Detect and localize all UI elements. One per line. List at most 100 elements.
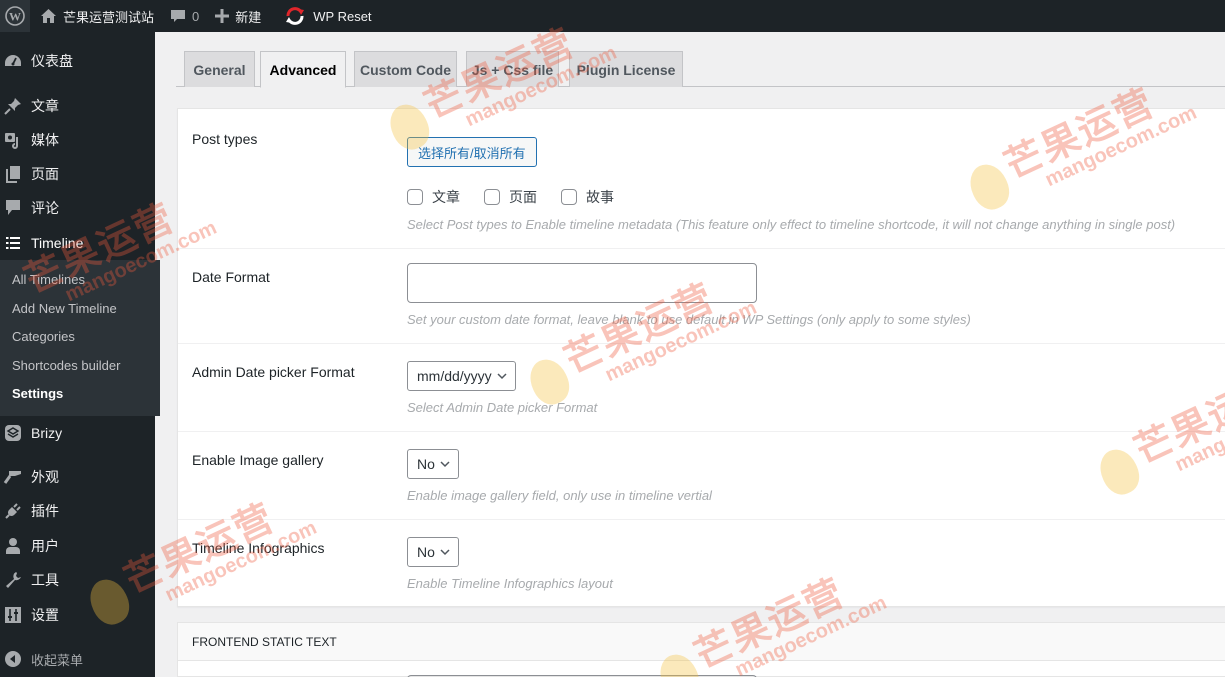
date-format-input[interactable] [407,263,757,303]
frontend-section-title: FRONTEND STATIC TEXT [178,623,1225,661]
menu-plugins[interactable]: 插件 [0,494,155,528]
post-type-checkbox-story[interactable] [561,189,577,205]
tab-custom-code[interactable]: Custom Code [354,51,457,87]
infographics-label: Timeline Infographics [192,540,325,556]
submenu-categories[interactable]: Categories [0,323,160,352]
admin-sidebar: 仪表盘 文章 媒体 页面 评论 Timeline All Timelines A… [0,32,160,677]
chevron-down-icon [497,372,507,380]
post-types-label: Post types [192,131,258,147]
post-type-label: 文章 [432,189,460,205]
new-content-link[interactable]: 新建 [207,0,269,32]
menu-posts[interactable]: 文章 [0,89,155,123]
pin-icon [0,97,26,115]
submenu-add-new-timeline[interactable]: Add New Timeline [0,295,160,324]
menu-label: 插件 [31,503,59,519]
select-value: mm/dd/yyyy [417,368,492,384]
select-all-post-types-button[interactable]: 选择所有/取消所有 [407,137,537,167]
chevron-down-icon [440,460,450,468]
collapse-arrow-icon [0,651,26,667]
image-gallery-description: Enable image gallery field, only use in … [407,488,712,503]
comments-link[interactable]: 0 [162,0,207,32]
wrench-icon [0,571,26,589]
dashboard-icon [0,53,26,69]
frontend-static-text-panel: FRONTEND STATIC TEXT [177,622,1225,677]
menu-timeline[interactable]: Timeline [0,226,155,260]
admin-date-picker-label: Admin Date picker Format [192,364,355,380]
chevron-down-icon [440,548,450,556]
admin-date-picker-description: Select Admin Date picker Format [407,400,598,415]
brush-icon [0,469,26,485]
post-type-label: 页面 [509,189,537,205]
plugin-icon [0,502,26,520]
post-types-description: Select Post types to Enable timeline met… [407,217,1176,232]
infographics-description: Enable Timeline Infographics layout [407,576,613,591]
menu-label: 外观 [31,469,59,485]
menu-label: 媒体 [31,132,59,148]
comments-count: 0 [192,8,200,24]
menu-pages[interactable]: 页面 [0,157,155,191]
menu-brizy[interactable]: Brizy [0,416,155,450]
comment-bubble-icon [170,8,186,24]
infographics-row: Timeline Infographics No Enable Timeline… [178,520,1225,608]
admin-date-picker-row: Admin Date picker Format mm/dd/yyyy Sele… [178,344,1225,432]
wordpress-logo-button[interactable]: W [0,0,30,32]
image-gallery-select[interactable]: No [407,449,459,479]
media-icon [0,131,26,149]
menu-tools[interactable]: 工具 [0,563,155,597]
comments-icon [0,199,26,217]
menu-label: 页面 [31,166,59,182]
tab-advanced[interactable]: Advanced [260,51,346,88]
post-type-label: 故事 [586,189,614,205]
menu-label: 评论 [31,200,59,216]
brizy-icon [0,424,26,442]
post-types-checkboxes: 文章 页面 故事 [407,187,638,207]
home-icon [40,8,57,24]
wp-reset-label: WP Reset [313,8,372,24]
date-format-description: Set your custom date format, leave blank… [407,312,971,327]
wordpress-icon: W [5,6,25,26]
menu-label: 文章 [31,98,59,114]
plus-icon [215,9,230,23]
menu-settings[interactable]: 设置 [0,598,155,632]
new-label: 新建 [235,9,262,25]
menu-media[interactable]: 媒体 [0,123,155,157]
menu-dashboard[interactable]: 仪表盘 [0,44,155,78]
tab-plugin-license[interactable]: Plugin License [569,51,683,87]
submenu-all-timelines[interactable]: All Timelines [0,266,160,295]
submenu-shortcodes-builder[interactable]: Shortcodes builder [0,352,160,381]
collapse-menu-button[interactable]: 收起菜单 [0,644,83,674]
settings-tabs: General Advanced Custom Code Js + Css fi… [176,51,1225,88]
menu-label: 工具 [31,572,59,588]
infographics-select[interactable]: No [407,537,459,567]
select-value: No [417,456,435,472]
collapse-label: 收起菜单 [31,652,84,668]
admin-bar: W 芒果运营测试站 0 新建 WP Reset [0,0,1225,32]
svg-text:W: W [9,10,21,24]
menu-label: 仪表盘 [31,53,73,69]
settings-icon [0,607,26,623]
tab-general[interactable]: General [184,51,255,87]
reset-icon [285,7,305,25]
image-gallery-label: Enable Image gallery [192,452,324,468]
select-value: No [417,544,435,560]
menu-comments[interactable]: 评论 [0,191,155,225]
tab-js-css-file[interactable]: Js + Css file [466,51,559,87]
wp-reset-link[interactable]: WP Reset [277,0,379,32]
site-name-link[interactable]: 芒果运营测试站 [32,0,162,32]
list-icon [0,236,26,250]
user-icon [0,537,26,555]
post-type-checkbox-post[interactable] [407,189,423,205]
menu-label: Timeline [31,235,84,251]
post-type-checkbox-page[interactable] [484,189,500,205]
menu-label: 设置 [31,607,59,623]
menu-label: Brizy [31,425,63,441]
pages-icon [0,165,26,183]
menu-users[interactable]: 用户 [0,529,155,563]
submenu-settings[interactable]: Settings [0,380,160,409]
menu-appearance[interactable]: 外观 [0,460,155,494]
advanced-settings-panel: Post types 选择所有/取消所有 文章 页面 故事 Select Pos… [177,108,1225,607]
date-format-label: Date Format [192,269,270,285]
timeline-submenu: All Timelines Add New Timeline Categorie… [0,260,160,416]
date-format-row: Date Format Set your custom date format,… [178,249,1225,344]
admin-date-picker-select[interactable]: mm/dd/yyyy [407,361,516,391]
